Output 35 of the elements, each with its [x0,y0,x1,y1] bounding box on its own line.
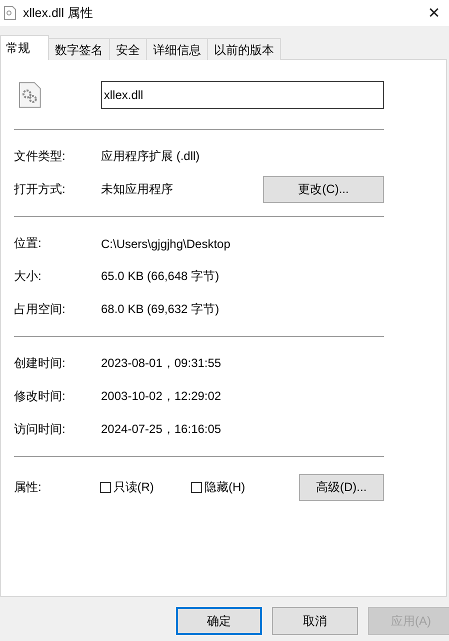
field-value: 65.0 KB (66,648 字节) [101,268,220,285]
change-button[interactable]: 更改(C)... [263,176,384,203]
field-value: 2024-07-25，16:16:05 [101,421,222,438]
checkbox-label[interactable]: 只读(R) [113,478,154,496]
tab[interactable]: 安全 [109,38,147,60]
field-label: 文件类型: [14,148,66,165]
tab[interactable]: 以前的版本 [207,38,281,60]
tab[interactable]: 数字签名 [48,38,110,60]
field-value: 2003-10-02，12:29:02 [101,388,222,405]
field-label: 创建时间: [14,355,66,372]
field-label: 大小: [14,268,42,285]
field-label: 修改时间: [14,388,66,405]
tab[interactable]: 常规 [0,35,49,60]
checkbox-label[interactable]: 隐藏(H) [204,478,246,496]
gear-file-icon [19,82,41,108]
dialog-button[interactable]: 取消 [272,607,358,635]
field-label: 占用空间: [14,301,66,318]
checkbox[interactable] [191,482,202,492]
field-label: 访问时间: [14,421,66,438]
field-label: 位置: [14,235,42,252]
window-title: xllex.dll 属性 [23,4,94,22]
checkbox[interactable] [100,482,112,492]
field-value: 68.0 KB (69,632 字节) [101,301,220,318]
field-value: 未知应用程序 [101,181,174,198]
field-label: 属性: [14,478,42,496]
tab[interactable]: 详细信息 [146,38,208,60]
field-label: 打开方式: [14,181,66,198]
close-button[interactable]: ✕ [419,4,449,22]
field-value: C:\Users\gjgjhg\Desktop [101,236,232,250]
file-icon [4,6,16,20]
file-name-field[interactable]: xllex.dll [100,80,384,108]
dialog-button[interactable]: 确定 [176,607,262,635]
field-value: 2023-08-01，09:31:55 [101,355,222,372]
advanced-button[interactable]: 高级(D)... [298,474,384,500]
field-value: 应用程序扩展 (.dll) [101,148,201,165]
